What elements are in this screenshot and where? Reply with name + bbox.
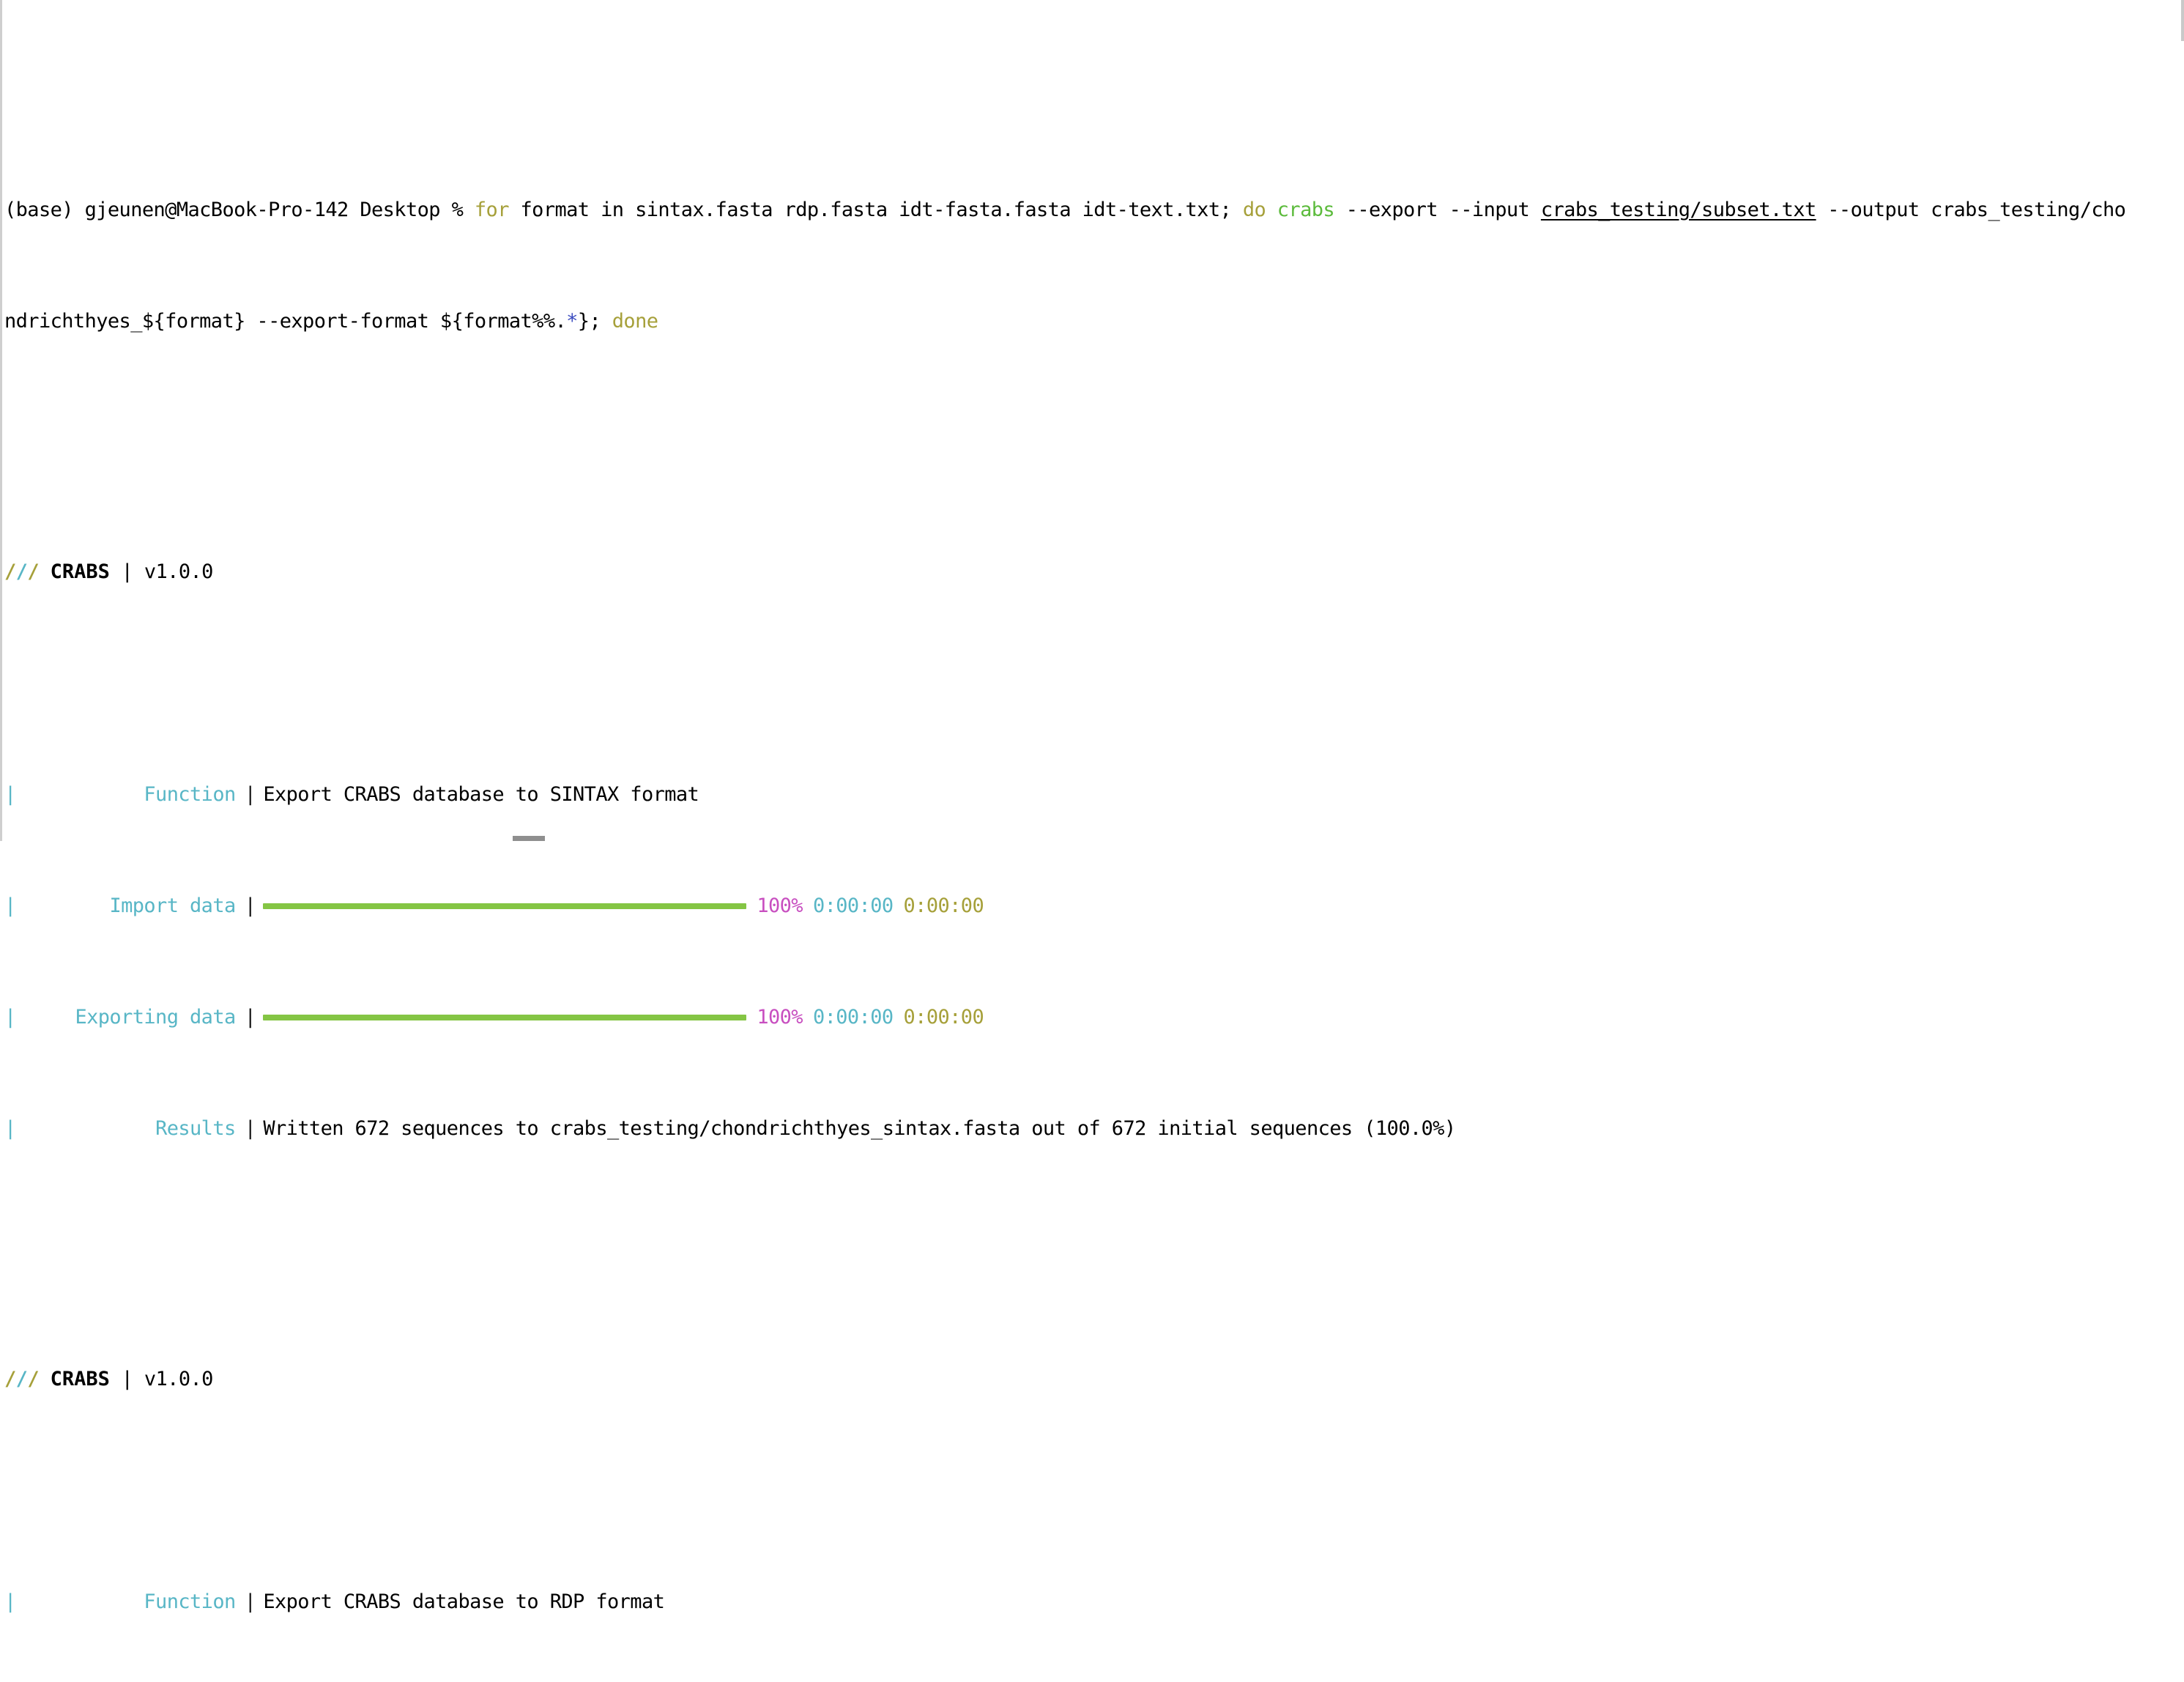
prompt-symbol: % <box>451 199 464 221</box>
export-format-expr-post: }; <box>577 310 601 333</box>
crabs-version: v1.0.0 <box>144 560 214 583</box>
row-lead-pipe: | <box>4 1590 16 1613</box>
flag-export: --export <box>1345 199 1438 221</box>
row-separator: | <box>244 1590 256 1613</box>
row-label-results: Results <box>155 1117 236 1140</box>
row-lead-pipe: | <box>4 894 16 917</box>
crabs-app-name: CRABS <box>50 1368 110 1390</box>
command-line-2[interactable]: ndrichthyes_${format} --export-format ${… <box>0 308 2184 336</box>
progress-bar-track <box>263 892 747 920</box>
flag-output: --output <box>1827 199 1920 221</box>
row-label-import-data: Import data <box>109 894 236 917</box>
progress-row: | Exporting data | 100% 0:00:00 0:00:00 <box>0 1004 2184 1031</box>
output-path-part2: ndrichthyes_${format} <box>4 310 245 333</box>
loop-variable-list: format in sintax.fasta rdp.fasta idt-fas… <box>520 199 1232 221</box>
progress-row: | Import data | 100% 0:00:00 0:00:00 <box>0 892 2184 920</box>
row-separator: | <box>244 1117 256 1140</box>
progress-percent: 100% <box>757 1006 803 1029</box>
terminal-window[interactable]: (base) gjeunen@MacBook-Pro-142 Desktop %… <box>0 0 2184 1613</box>
row-lead-pipe: | <box>4 1117 16 1140</box>
flag-input: --input <box>1449 199 1530 221</box>
window-left-edge <box>0 0 2 841</box>
crabs-banner: /// CRABS | v1.0.0 <box>4 560 214 583</box>
progress-remaining: 0:00:00 <box>903 894 984 917</box>
progress-percent: 100% <box>757 894 803 917</box>
row-label-function: Function <box>144 783 236 806</box>
row-lead-pipe: | <box>4 1006 16 1029</box>
function-description: Export CRABS database to SINTAX format <box>263 783 699 806</box>
export-format-expr-pre: ${format% <box>439 310 544 333</box>
function-row: | Function | Export CRABS database to RDP f… <box>0 1588 2184 1616</box>
keyword-done: done <box>612 310 658 333</box>
prompt-env: (base) <box>4 199 74 221</box>
row-label-exporting-data: Exporting data <box>75 1006 236 1029</box>
crabs-banner: /// CRABS | v1.0.0 <box>4 1368 214 1390</box>
row-separator: | <box>244 1006 256 1029</box>
crabs-app-name: CRABS <box>50 560 110 583</box>
keyword-for: for <box>474 199 510 221</box>
keyword-do: do <box>1242 199 1266 221</box>
flag-export-format: --export-format <box>256 310 429 333</box>
input-path-link[interactable]: crabs_testing/subset.txt <box>1541 199 1816 221</box>
progress-bar-track <box>263 1004 747 1031</box>
window-right-edge <box>2181 0 2184 41</box>
crabs-version: v1.0.0 <box>144 1368 214 1390</box>
row-separator: | <box>244 783 256 806</box>
banner-separator: | <box>121 560 133 583</box>
command-line-1[interactable]: (base) gjeunen@MacBook-Pro-142 Desktop %… <box>0 196 2184 224</box>
function-row: | Function | Export CRABS database to SINTA… <box>0 781 2184 809</box>
function-description: Export CRABS database to RDP format <box>263 1590 665 1613</box>
progress-bar-fill <box>263 1015 747 1020</box>
progress-elapsed: 0:00:00 <box>812 894 894 917</box>
glob-star: * <box>566 310 578 333</box>
command-crabs: crabs <box>1277 199 1335 221</box>
banner-separator: | <box>121 1368 133 1390</box>
row-label-function: Function <box>144 1590 236 1613</box>
row-separator: | <box>244 894 256 917</box>
progress-elapsed: 0:00:00 <box>812 1006 894 1029</box>
prompt-user-host: gjeunen@MacBook-Pro-142 <box>84 199 349 221</box>
results-row: | Results | Written 672 sequences to crabs_… <box>0 1115 2184 1143</box>
row-lead-pipe: | <box>4 783 16 806</box>
progress-bar-fill <box>263 903 747 909</box>
output-path-part1: crabs_testing/cho <box>1931 199 2126 221</box>
clipped-scrollbar-nub[interactable] <box>513 836 545 841</box>
progress-remaining: 0:00:00 <box>903 1006 984 1029</box>
prompt-cwd: Desktop <box>360 199 440 221</box>
results-text: Written 672 sequences to crabs_testing/c… <box>263 1117 1456 1140</box>
